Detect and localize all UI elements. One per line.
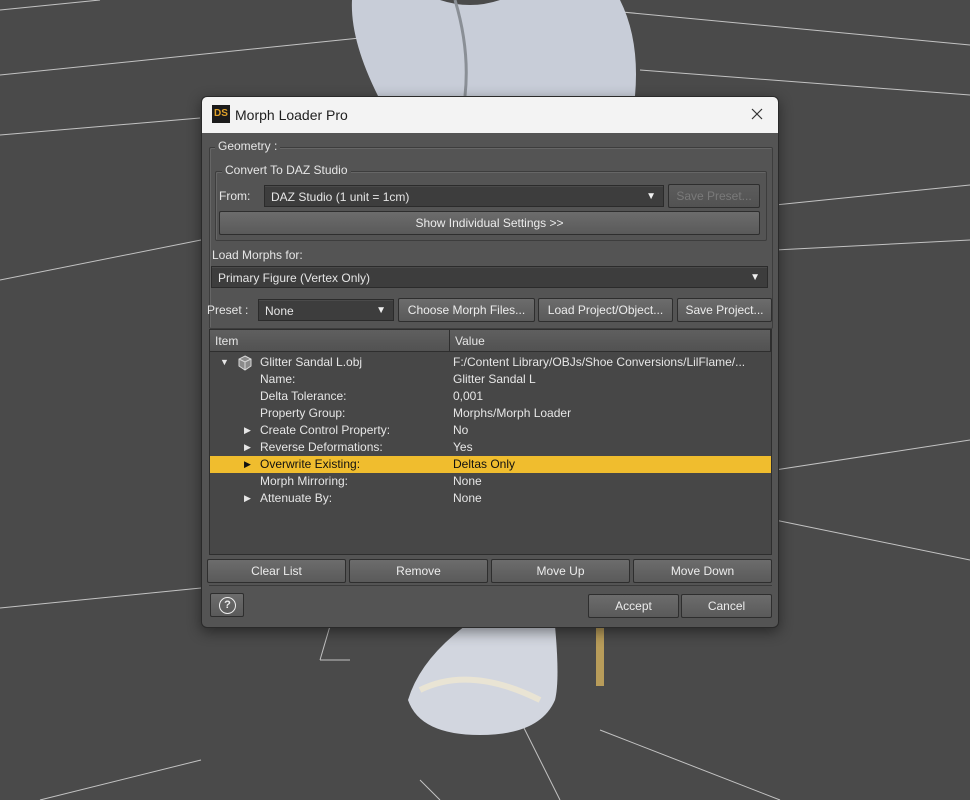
expand-arrow-icon[interactable]: ▶ [244,456,251,473]
move-up-button[interactable]: Move Up [491,559,630,583]
tree-row-item: Property Group: [260,406,346,420]
help-button[interactable]: ? [210,593,244,617]
remove-button[interactable]: Remove [349,559,488,583]
load-morphs-select[interactable]: Primary Figure (Vertex Only) ▼ [211,266,768,288]
tree-root-row[interactable]: ▼ Glitter Sandal L.obj F:/Content Librar… [210,354,771,371]
tree-row-item: Create Control Property: [260,423,391,437]
tree-row-delta-tolerance[interactable]: Delta Tolerance: 0,001 [210,388,771,405]
tree-row-item: Name: [260,372,296,386]
convert-group-label: Convert To DAZ Studio [222,163,351,177]
load-project-button[interactable]: Load Project/Object... [538,298,673,322]
collapse-arrow-icon[interactable]: ▼ [220,354,229,371]
tree-row-value: Glitter Sandal L [453,372,536,386]
expand-arrow-icon[interactable]: ▶ [244,422,251,439]
expand-arrow-icon[interactable]: ▶ [244,490,251,507]
tree-row-item: Overwrite Existing: [260,457,361,471]
daz-studio-logo-icon: DS [212,105,230,123]
help-icon: ? [219,597,236,614]
morph-tree-view[interactable]: Item Value ▼ Glitter Sandal L.obj F:/Con… [209,329,772,555]
heel-shape [596,626,604,686]
dialog-title: Morph Loader Pro [235,107,348,123]
from-units-value: DAZ Studio (1 unit = 1cm) [271,190,410,204]
close-button[interactable] [740,99,774,129]
tree-row-reverse-deformations[interactable]: ▶ Reverse Deformations: Yes [210,439,771,456]
tree-header: Item Value [210,330,771,352]
load-morphs-value: Primary Figure (Vertex Only) [218,271,371,285]
choose-morph-files-button[interactable]: Choose Morph Files... [398,298,535,322]
tree-row-value: Deltas Only [453,457,516,471]
tree-row-value: None [453,474,482,488]
tree-row-name[interactable]: Name: Glitter Sandal L [210,371,771,388]
clear-list-button[interactable]: Clear List [207,559,346,583]
column-header-item[interactable]: Item [210,330,450,352]
preset-select[interactable]: None ▼ [258,299,394,321]
geometry-group-label: Geometry : [215,139,281,153]
tree-root-item: Glitter Sandal L.obj [260,355,363,369]
column-header-value[interactable]: Value [450,330,771,352]
tree-row-morph-mirroring[interactable]: Morph Mirroring: None [210,473,771,490]
save-preset-button[interactable]: Save Preset... [668,184,760,208]
tree-root-value: F:/Content Library/OBJs/Shoe Conversions… [453,355,746,369]
preset-label: Preset : [207,303,249,317]
tree-row-value: 0,001 [453,389,484,403]
tree-row-value: Morphs/Morph Loader [453,406,572,420]
expand-arrow-icon[interactable]: ▶ [244,439,251,456]
dropdown-arrow-icon: ▼ [646,191,656,202]
tree-row-item: Morph Mirroring: [260,474,349,488]
tree-row-property-group[interactable]: Property Group: Morphs/Morph Loader [210,405,771,422]
tree-row-value: Yes [453,440,473,454]
object-cube-icon [238,355,252,371]
tree-row-create-control-property[interactable]: ▶ Create Control Property: No [210,422,771,439]
cancel-button[interactable]: Cancel [681,594,772,618]
move-down-button[interactable]: Move Down [633,559,772,583]
figure-leg-shape [351,0,636,96]
show-individual-settings-button[interactable]: Show Individual Settings >> [219,211,760,235]
from-units-select[interactable]: DAZ Studio (1 unit = 1cm) ▼ [264,185,664,207]
tree-row-overwrite-existing[interactable]: ▶ Overwrite Existing: Deltas Only [210,456,771,473]
from-label: From: [219,189,251,203]
load-morphs-label: Load Morphs for: [212,248,303,262]
tree-row-item: Reverse Deformations: [260,440,383,454]
dropdown-arrow-icon: ▼ [376,305,386,316]
footer-divider [209,585,772,586]
accept-button[interactable]: Accept [588,594,679,618]
save-project-button[interactable]: Save Project... [677,298,772,322]
dropdown-arrow-icon: ▼ [750,272,760,283]
tree-row-attenuate-by[interactable]: ▶ Attenuate By: None [210,490,771,507]
tree-row-value: None [453,491,482,505]
close-icon [751,108,763,120]
tree-row-value: No [453,423,469,437]
title-bar[interactable]: DS Morph Loader Pro [202,97,778,133]
morph-loader-dialog: DS Morph Loader Pro Geometry : Convert T… [201,96,779,628]
preset-value: None [265,304,294,318]
tree-row-item: Delta Tolerance: [260,389,347,403]
tree-row-item: Attenuate By: [260,491,333,505]
